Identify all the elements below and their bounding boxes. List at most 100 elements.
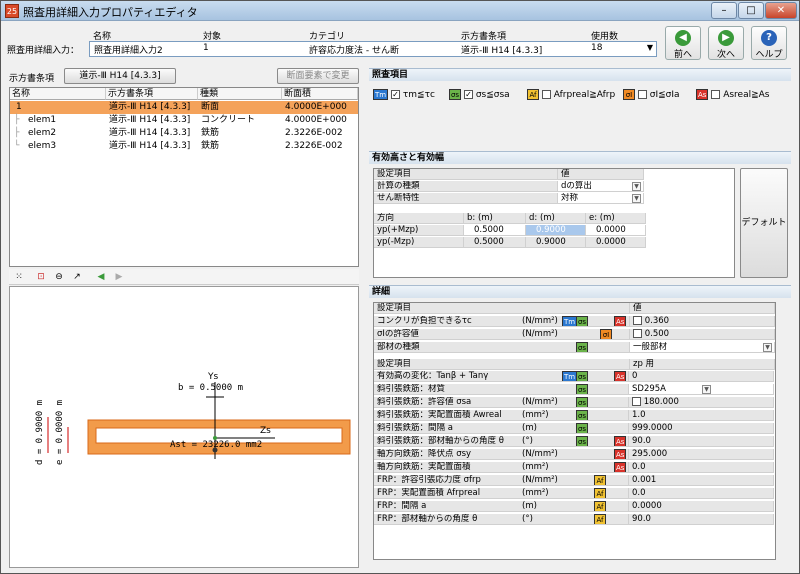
section-canvas[interactable]: Ys b = 0.5000 m Zs Ast = 23226.0 mm2 d =…: [9, 286, 359, 568]
af-badge-icon: Af: [594, 475, 606, 485]
zoom-area-icon[interactable]: ⊡: [35, 271, 47, 283]
change-by-element-button[interactable]: 断面要素で変更: [277, 68, 359, 84]
detail-value-field[interactable]: SD295A ▼: [629, 384, 774, 395]
close-button[interactable]: ✕: [765, 2, 797, 19]
sigma-s-badge-icon: σs: [576, 436, 589, 446]
sigma-i-checkbox[interactable]: [637, 90, 647, 99]
check-item[interactable]: Af Afrpreal≧Afrp: [527, 89, 615, 100]
help-label: ヘルプ: [755, 50, 783, 60]
detail-value-field[interactable]: 90.0: [629, 436, 774, 447]
tauc-checkbox[interactable]: [633, 316, 642, 325]
member-type-value: 一般部材: [633, 342, 668, 352]
dir-cell-b[interactable]: 0.5000: [464, 237, 526, 248]
detail-unit: (N/mm²): [522, 316, 558, 326]
detail-value: 90.0: [632, 514, 651, 524]
back-icon[interactable]: ◀: [95, 271, 107, 283]
tauc-field[interactable]: 0.360: [630, 316, 775, 327]
tree-row[interactable]: ├ elem2 道示-Ⅲ H14 [4.3.3] 鉄筋 2.3226E-002: [10, 127, 358, 140]
shear-char-select[interactable]: 対称 ▼: [558, 193, 644, 204]
check-item[interactable]: σs ✓ σs≦σsa: [449, 89, 510, 100]
detail-value-field[interactable]: 0.0: [629, 462, 774, 473]
tauc-value: 0.360: [644, 316, 670, 326]
detail-value-field[interactable]: 0: [629, 371, 774, 382]
detail-value: 0.0: [632, 488, 646, 498]
header-row-label: 照査用詳細入力：: [7, 46, 80, 56]
tree-col-area[interactable]: 断面積: [282, 88, 358, 100]
tree-col-name[interactable]: 名称: [10, 88, 106, 100]
dir-cell-b[interactable]: 0.5000: [464, 225, 526, 236]
member-type-select[interactable]: 一般部材 ▼: [630, 342, 775, 353]
detail-label-text: 斜引張鉄筋：実配置面積 Awreal: [377, 410, 502, 420]
app-icon: 25: [5, 4, 19, 18]
pan-icon[interactable]: ↗: [71, 271, 83, 283]
tree-row[interactable]: 1 道示-Ⅲ H14 [4.3.3] 断面 4.0000E+000: [10, 101, 358, 114]
sigma-i-check-label: σI≦σIa: [649, 90, 680, 100]
detail-value-field[interactable]: 0.0000: [629, 501, 774, 512]
chevron-down-icon: ▼: [702, 385, 711, 394]
maximize-button[interactable]: □: [738, 2, 764, 19]
eff-settings-col-item: 設定項目: [374, 169, 558, 180]
detail-label: 斜引張鉄筋：部材軸からの角度 θ (°) σs As: [374, 436, 629, 447]
element-tree[interactable]: 名称 示方書条項 種類 断面積 1 道示-Ⅲ H14 [4.3.3] 断面 4.…: [9, 87, 359, 267]
next-label: 次へ: [716, 50, 735, 60]
forward-icon[interactable]: ▶: [113, 271, 125, 283]
eff-setting-label: せん断特性: [374, 193, 558, 204]
zs-label: Zs: [260, 426, 271, 436]
detail-value: SD295A: [632, 384, 666, 394]
check-item[interactable]: As Asreal≧As: [696, 89, 769, 100]
tree-cell-name: elem3: [28, 141, 57, 151]
dir-cell-d[interactable]: 0.9000: [526, 225, 586, 236]
minimize-button[interactable]: –: [711, 2, 737, 19]
as-checkbox[interactable]: [711, 90, 721, 99]
as-badge-icon: As: [614, 436, 627, 446]
detail-bottom-col-zp: zp 用: [630, 359, 775, 370]
dir-cell-d[interactable]: 0.9000: [526, 237, 586, 248]
ast-label: Ast = 23226.0 mm2: [170, 440, 262, 450]
check-item[interactable]: σI σI≦σIa: [623, 89, 680, 100]
sigma-ia-field[interactable]: 0.500: [630, 329, 775, 340]
spec-button[interactable]: 道示-Ⅲ H14 [4.3.3]: [64, 68, 176, 84]
tree-branch-icon: ├: [14, 115, 20, 125]
dir-cell-dir: yp(-Mzp): [374, 237, 464, 248]
tm-checkbox[interactable]: ✓: [390, 90, 400, 99]
detail-label-text: 斜引張鉄筋：材質: [377, 384, 446, 394]
detail-value-field[interactable]: 1.0: [629, 410, 774, 421]
sigma-s-badge-icon: σs: [576, 423, 589, 433]
detail-label-text: 軸方向鉄筋：降伏点 σsy: [377, 449, 472, 459]
check-item[interactable]: Tm ✓ τm≦τc: [373, 89, 435, 100]
chevron-down-icon: ▼: [632, 194, 641, 203]
fit-icon[interactable]: ⁙: [13, 271, 25, 283]
default-button[interactable]: デフォルト: [740, 168, 788, 278]
detail-value-field[interactable]: 180.000: [629, 397, 774, 408]
tree-col-spec[interactable]: 示方書条項: [106, 88, 198, 100]
af-checkbox[interactable]: [541, 90, 551, 99]
detail-label: FRP：許容引張応力度 σfrp (N/mm²) Af: [374, 475, 629, 486]
tree-cell-area: 4.0000E+000: [285, 102, 347, 112]
help-button[interactable]: ? ヘルプ: [751, 26, 787, 60]
dir-cell-e[interactable]: 0.0000: [586, 237, 646, 248]
next-button[interactable]: ▶ 次へ: [708, 26, 744, 60]
detail-section-title: 詳細: [369, 285, 791, 298]
check-items-section-title: 照査項目: [369, 68, 791, 81]
detail-value-field[interactable]: 90.0: [629, 514, 774, 525]
zoom-out-icon[interactable]: ⊖: [53, 271, 65, 283]
prev-button[interactable]: ◀ 前へ: [665, 26, 701, 60]
header-select[interactable]: 照査用詳細入力2 1 許容応力度法 - せん断 道示-Ⅲ H14 [4.3.3]…: [89, 41, 657, 57]
tree-row[interactable]: ├ elem1 道示-Ⅲ H14 [4.3.3] コンクリート 4.0000E+…: [10, 114, 358, 127]
sigma-ia-checkbox[interactable]: [633, 329, 642, 338]
eff-height-section-title: 有効高さと有効幅: [369, 151, 791, 164]
tree-row[interactable]: └ elem3 道示-Ⅲ H14 [4.3.3] 鉄筋 2.3226E-002: [10, 140, 358, 153]
sigma-s-checkbox[interactable]: ✓: [463, 90, 473, 99]
detail-value: 0.0000: [632, 501, 662, 511]
dir-cell-e[interactable]: 0.0000: [586, 225, 646, 236]
detail-value-field[interactable]: 295.000: [629, 449, 774, 460]
calc-type-value: dの算出: [561, 181, 592, 191]
tree-col-kind[interactable]: 種類: [198, 88, 282, 100]
calc-type-select[interactable]: dの算出 ▼: [558, 181, 644, 192]
detail-value-field[interactable]: 0.0: [629, 488, 774, 499]
tree-cell-name: elem2: [28, 128, 57, 138]
detail-value-field[interactable]: 0.001: [629, 475, 774, 486]
value-checkbox[interactable]: [632, 397, 641, 406]
detail-value-field[interactable]: 999.0000: [629, 423, 774, 434]
shear-char-value: 対称: [561, 193, 579, 203]
